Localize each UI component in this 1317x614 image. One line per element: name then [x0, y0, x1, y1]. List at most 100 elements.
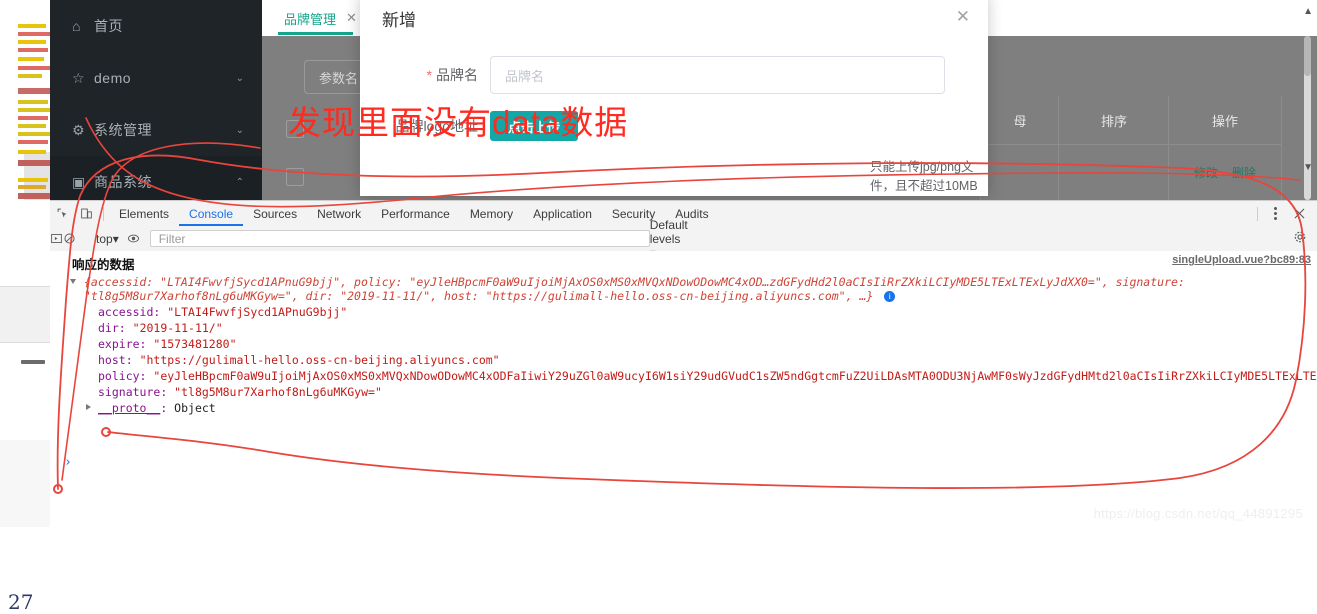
- minimap-marker: [18, 160, 50, 166]
- minimap-marker: [18, 132, 50, 136]
- property-key: accessid: [98, 305, 154, 319]
- minimap-marker: [18, 140, 48, 144]
- minimap-marker: [18, 124, 46, 128]
- row-checkbox[interactable]: [286, 168, 304, 186]
- live-expression-icon[interactable]: [127, 227, 140, 251]
- minimap-marker: [18, 32, 50, 36]
- property-value: "LTAI4FwvfjSycd1APnuG9bjj": [167, 305, 348, 319]
- minimap-marker: [18, 40, 46, 44]
- devtools-tab-elements[interactable]: Elements: [109, 202, 179, 226]
- table-cell-actions: 修改 删除: [1168, 144, 1282, 200]
- table-header-actions: 操作: [1168, 96, 1282, 145]
- devtools-tab-sources[interactable]: Sources: [243, 202, 307, 226]
- console-property-policy: policy: "eyJleHBpcmF0aW9uIjoiMjAxOS0xMS0…: [50, 368, 1317, 384]
- form-row-brand-name: * 品牌名 品牌名: [360, 56, 945, 94]
- table-cell: [1058, 144, 1169, 200]
- close-icon[interactable]: ✕: [346, 10, 357, 26]
- chevron-down-icon: ▾: [112, 231, 119, 246]
- editor-line-number: 27: [8, 590, 34, 614]
- devtools-tab-memory[interactable]: Memory: [460, 202, 523, 226]
- console-property-proto[interactable]: __proto__: Object: [50, 400, 1317, 416]
- chevron-down-icon: ⌄: [235, 124, 244, 136]
- minimap-marker: [18, 150, 46, 154]
- console-output[interactable]: 响应的数据 singleUpload.vue?bc89:83 {accessid…: [50, 251, 1317, 528]
- editor-panel-block: [0, 440, 50, 527]
- scroll-down-arrow[interactable]: ▼: [1303, 162, 1313, 173]
- annotation-text: 发现里面没有data数据: [288, 104, 629, 141]
- expand-triangle-icon[interactable]: [70, 279, 76, 287]
- clear-console-icon[interactable]: [63, 227, 76, 251]
- inspect-element-icon[interactable]: [50, 202, 74, 226]
- property-value: "2019-11-11/": [132, 321, 223, 335]
- console-object-preview-line2: "2019-11-11/", host: "https://gulimall-h…: [340, 289, 874, 303]
- tab-brand-management[interactable]: 品牌管理 ✕: [272, 2, 369, 34]
- vertical-scrollbar[interactable]: [1304, 36, 1311, 200]
- field-label-brand-name: * 品牌名: [426, 67, 478, 83]
- devtools-panel: Elements Console Sources Network Perform…: [50, 200, 1317, 528]
- brand-name-input[interactable]: 品牌名: [490, 56, 945, 94]
- close-icon[interactable]: ✕: [956, 8, 970, 25]
- minimap-marker: [18, 88, 50, 94]
- minimap-marker: [18, 66, 50, 70]
- device-toolbar-icon[interactable]: [74, 202, 98, 226]
- minimap-marker: [18, 116, 48, 120]
- expand-triangle-icon[interactable]: [86, 404, 91, 410]
- execution-context-selector[interactable]: top ▾: [86, 232, 127, 246]
- property-value: "eyJleHBpcmF0aW9uIjoiMjAxOS0xMS0xMVQxNDo…: [153, 369, 1317, 383]
- chevron-up-icon: ⌃: [235, 176, 244, 188]
- sidebar-item-label: 系统管理: [94, 122, 152, 138]
- property-value: "tl8g5M8ur7Xarhof8nLg6uMKGyw=": [174, 385, 382, 399]
- delete-link[interactable]: 删除: [1232, 164, 1256, 181]
- gear-icon[interactable]: [1293, 230, 1307, 247]
- property-key: policy: [98, 369, 140, 383]
- proto-key: __proto__: [98, 401, 161, 415]
- sidebar-item-demo[interactable]: ☆ demo ⌄: [50, 52, 262, 104]
- tab-label: 品牌管理: [284, 11, 337, 27]
- table-cell: [980, 144, 1059, 200]
- divider: [0, 342, 50, 343]
- divider: [103, 206, 104, 221]
- console-property-accessid: accessid: "LTAI4FwvfjSycd1APnuG9bjj": [98, 305, 348, 319]
- minimap-marker: [18, 193, 50, 199]
- console-property-host: host: "https://gulimall-hello.oss-cn-bei…: [98, 353, 500, 367]
- devtools-tab-application[interactable]: Application: [523, 202, 602, 226]
- editor-handle[interactable]: [21, 360, 45, 364]
- property-key: signature: [98, 385, 161, 399]
- console-toolbar: top ▾ Filter Default levels ▾: [50, 218, 1317, 260]
- console-property-signature: signature: "tl8g5M8ur7Xarhof8nLg6uMKGyw=…: [98, 385, 382, 399]
- scroll-up-arrow[interactable]: ▲: [1303, 6, 1313, 17]
- minimap-marker: [18, 48, 48, 52]
- minimap-marker: [18, 108, 50, 112]
- devtools-tab-console[interactable]: Console: [179, 202, 243, 226]
- console-object-collapsed[interactable]: {accessid: "LTAI4FwvfjSycd1APnuG9bjj", p…: [50, 274, 1317, 304]
- devtools-tab-network[interactable]: Network: [307, 202, 371, 226]
- editor-left-column: 27: [0, 200, 50, 614]
- tab-active-indicator: [278, 32, 353, 35]
- upload-hint-text: 只能上传jpg/png文件，且不超过10MB: [870, 160, 978, 193]
- execution-context-value: top: [96, 231, 113, 246]
- execute-icon[interactable]: [50, 227, 63, 251]
- console-source-link[interactable]: singleUpload.vue?bc89:83: [1172, 254, 1311, 266]
- sidebar-item-label: 首页: [94, 18, 123, 34]
- sidebar-item-system-management[interactable]: ⚙ 系统管理 ⌄: [50, 104, 262, 156]
- devtools-tab-performance[interactable]: Performance: [371, 202, 460, 226]
- console-filter-input[interactable]: Filter: [149, 230, 650, 247]
- divider: [0, 286, 50, 287]
- sidebar-item-product-system[interactable]: ▣ 商品系统 ⌃: [50, 156, 262, 200]
- property-key: host: [98, 353, 126, 367]
- info-icon[interactable]: i: [884, 291, 896, 302]
- console-log-label: 响应的数据 singleUpload.vue?bc89:83: [72, 254, 1311, 272]
- scrollbar-thumb[interactable]: [1304, 36, 1311, 76]
- editor-minimap-strip: [0, 0, 50, 200]
- edit-link[interactable]: 修改: [1194, 164, 1218, 181]
- console-prompt[interactable]: ›: [64, 455, 72, 470]
- star-icon: ☆: [72, 69, 85, 86]
- property-value: "1573481280": [153, 337, 237, 351]
- watermark: https://blog.csdn.net/qq_44891295: [1093, 506, 1303, 521]
- editor-panel-block: [0, 286, 50, 342]
- sidebar-item-home[interactable]: ⌂ 首页: [50, 0, 262, 52]
- sidebar-item-label: 商品系统: [94, 174, 152, 190]
- required-asterisk: *: [426, 67, 432, 83]
- chevron-down-icon: ⌄: [235, 72, 244, 84]
- home-icon: ⌂: [72, 18, 81, 34]
